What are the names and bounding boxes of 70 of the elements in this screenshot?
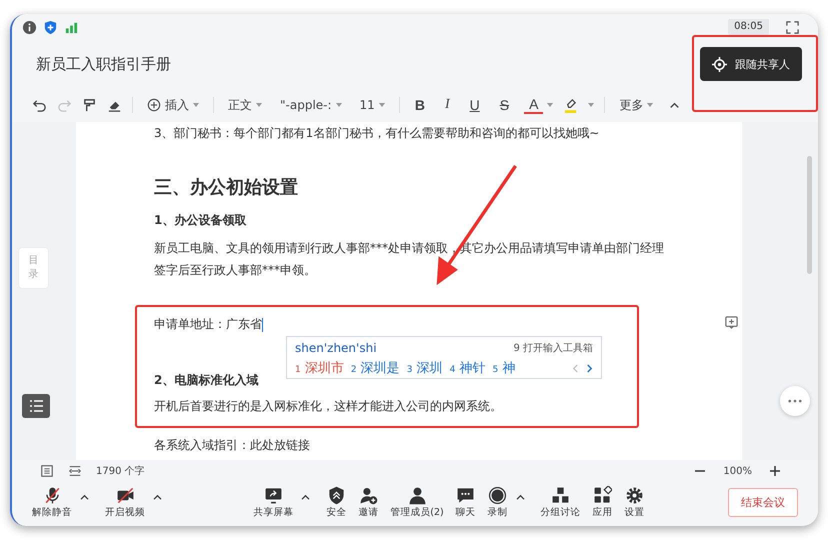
chat-button[interactable]: 聊天 — [452, 486, 480, 518]
highlighter-icon[interactable] — [563, 98, 578, 112]
format-dropdown[interactable]: "-apple-: — [276, 98, 346, 112]
format-dropdown[interactable]: 正文 — [224, 96, 266, 114]
document-outline-icon[interactable] — [40, 464, 54, 478]
caret-up-icon[interactable] — [80, 494, 89, 500]
body-paragraph: 申请单地址：广东省 — [154, 316, 264, 334]
format-painter-icon[interactable] — [82, 98, 97, 112]
strikethrough-button[interactable]: S — [494, 97, 514, 113]
zoom-level: 100% — [723, 466, 752, 476]
target-icon — [712, 56, 727, 72]
ime-candidate[interactable]: 5 神 — [492, 359, 516, 377]
add-person-icon — [358, 486, 378, 504]
end-meeting-button[interactable]: 结束会议 — [728, 488, 798, 516]
more-dropdown[interactable]: 更多 — [615, 96, 658, 114]
body-paragraph: 各系统入域指引：此处放链接 — [154, 437, 311, 454]
ellipsis-icon — [788, 399, 802, 403]
section-heading: 三、办公初始设置 — [154, 176, 299, 200]
mic-button[interactable]: 解除静音 — [28, 486, 76, 518]
bold-button[interactable]: B — [410, 97, 430, 113]
settings-icon — [625, 486, 644, 504]
caret-up-icon[interactable] — [301, 494, 310, 500]
record-button[interactable]: 录制 — [484, 486, 512, 518]
format-dropdown[interactable]: 11 — [356, 98, 389, 112]
members-button[interactable]: 管理成员(2) — [386, 486, 448, 518]
fullscreen-icon[interactable] — [785, 20, 800, 34]
pinyin-text: shen'zhen'shi — [295, 341, 377, 355]
squares-icon — [551, 486, 570, 504]
video-button[interactable]: 开启视频 — [101, 486, 149, 518]
chat-icon — [456, 486, 476, 504]
ime-candidate[interactable]: 2 深圳是 — [350, 359, 400, 377]
body-paragraph: 3、部门秘书：每个部门都有1名部门秘书，有什么需要帮助和咨询的都可以找她哦~ — [154, 125, 600, 142]
plus-icon — [770, 466, 780, 476]
follow-presenter-button[interactable]: 跟随共享人 — [700, 47, 802, 81]
list-icon[interactable] — [22, 394, 50, 418]
ime-candidate[interactable]: 3 深圳 — [406, 359, 443, 377]
page-width-icon[interactable] — [68, 464, 82, 478]
subsection-heading: 1、办公设备领取 — [154, 212, 246, 229]
insert-dropdown[interactable]: 插入 — [143, 96, 203, 114]
record-icon — [488, 486, 508, 504]
share-button[interactable]: 共享屏幕 — [249, 486, 298, 518]
ime-candidate[interactable]: 1 深圳市 — [295, 359, 344, 377]
next-page-icon[interactable] — [586, 362, 593, 374]
shield-icon — [43, 20, 58, 34]
body-paragraph: 开机后首要进行的是入网标准化，这样才能进入公司的内网系统。 — [154, 398, 503, 415]
caret-up-icon[interactable] — [153, 494, 162, 500]
meeting-timer: 08:05 — [728, 19, 769, 35]
screen-icon — [264, 486, 283, 504]
plus-circle-icon — [147, 98, 161, 112]
underline-button[interactable]: U — [464, 97, 485, 113]
invite-button[interactable]: 邀请 — [354, 486, 382, 518]
document-title: 新员工入职指引手册 — [36, 54, 171, 74]
shield-icon — [326, 486, 346, 504]
apps-icon — [593, 486, 612, 504]
add-comment-icon[interactable] — [724, 315, 739, 330]
security-button[interactable]: 安全 — [322, 486, 350, 518]
breakout-button[interactable]: 分组讨论 — [536, 486, 585, 518]
undo-icon[interactable] — [32, 98, 47, 112]
word-count: 1790 个字 — [96, 464, 145, 478]
caret-up-icon[interactable] — [516, 494, 525, 500]
apps-button[interactable]: 应用 — [588, 486, 617, 518]
settings-button[interactable]: 设置 — [620, 486, 649, 518]
people-icon — [408, 486, 426, 504]
scrollbar-thumb[interactable] — [807, 156, 812, 274]
font-color-button[interactable]: A — [524, 96, 544, 114]
ime-candidate[interactable]: 4 神针 — [450, 359, 486, 377]
italic-button[interactable]: I — [440, 97, 455, 113]
ime-toolbox-link[interactable]: 9 打开输入工具箱 — [513, 341, 593, 355]
info-icon — [22, 20, 37, 34]
subsection-heading: 2、电脑标准化入域 — [154, 372, 258, 389]
